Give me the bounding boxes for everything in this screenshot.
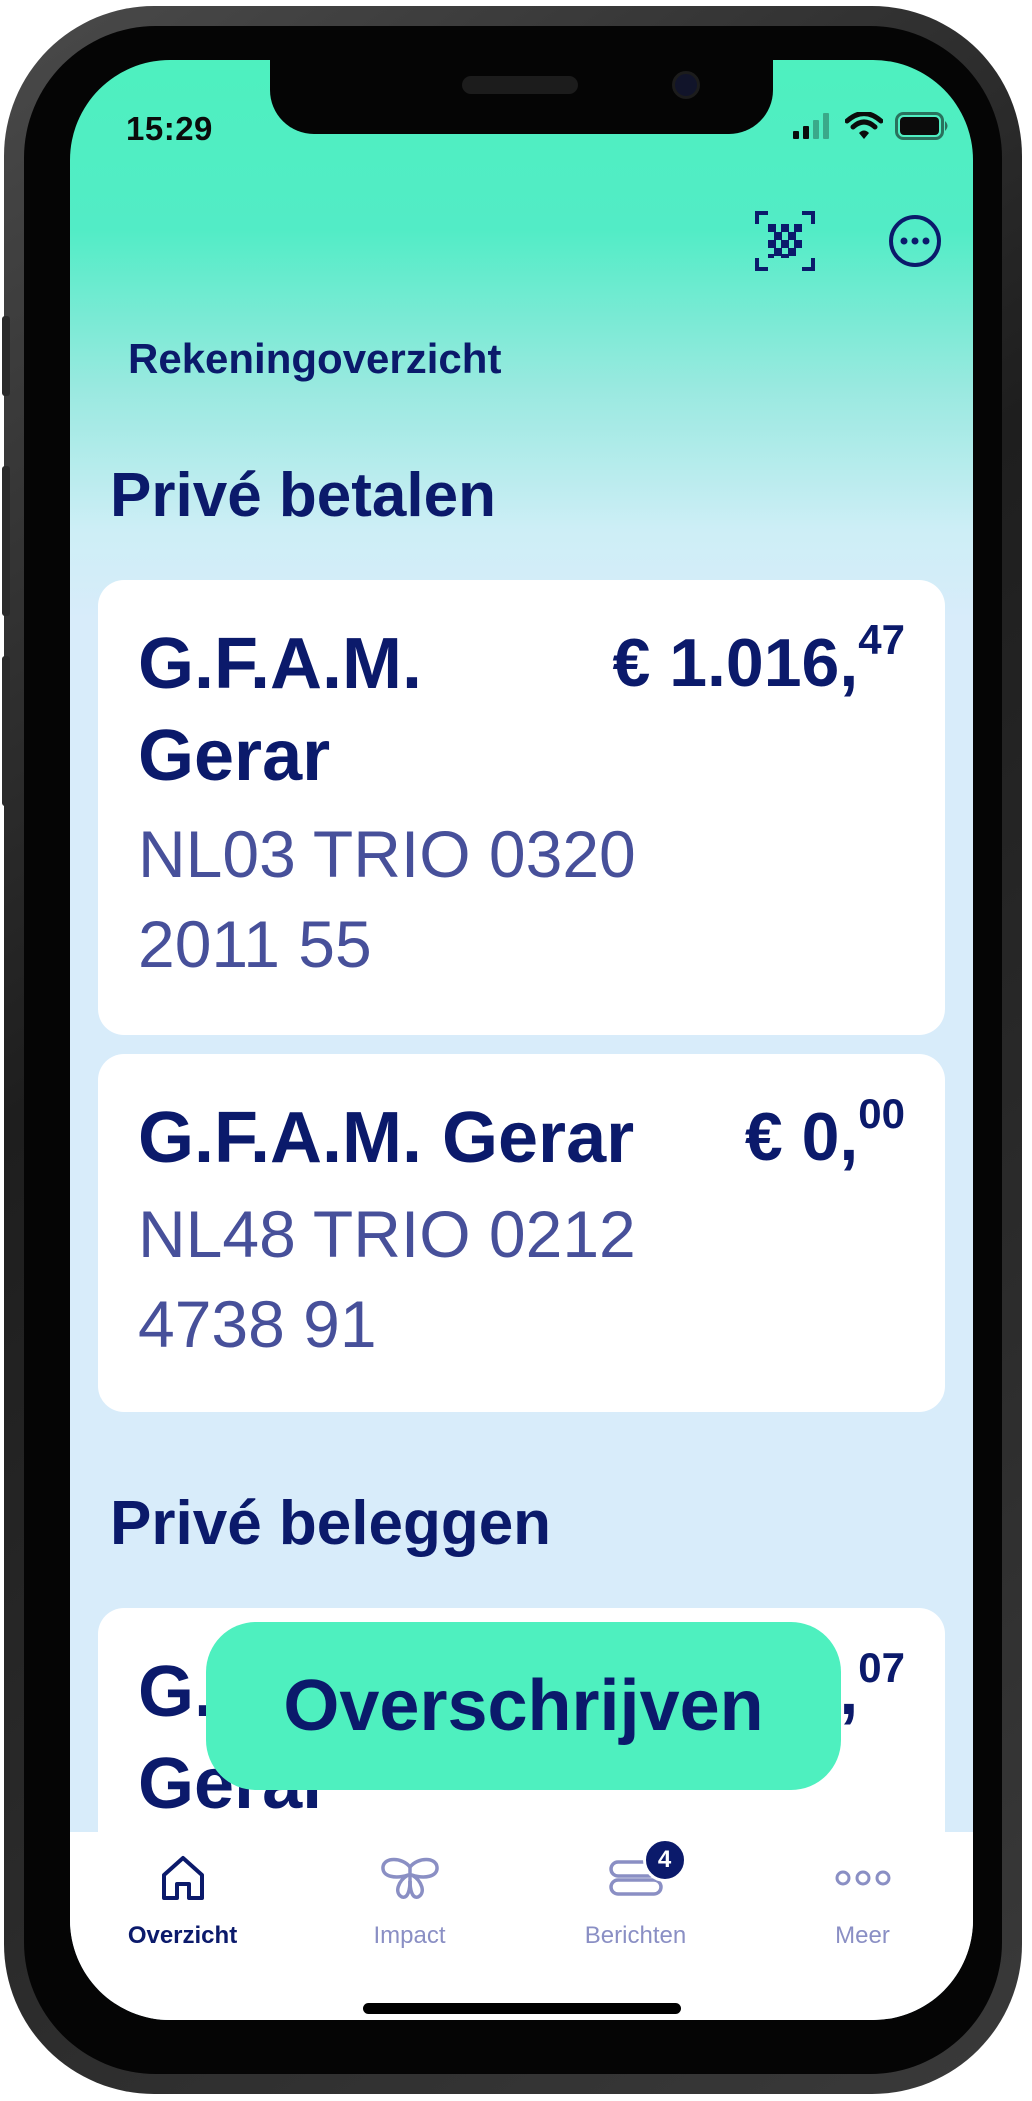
unread-badge: 4 bbox=[642, 1838, 687, 1882]
status-icons bbox=[793, 112, 951, 140]
app-screen: 15:29 Rekeningoverzicht Privé betalen G.… bbox=[70, 60, 973, 2020]
tab-bar: Overzicht Impact 4 Berichten Meer bbox=[70, 1832, 973, 2020]
home-icon bbox=[158, 1846, 208, 1910]
account-balance: ,07 bbox=[839, 1644, 905, 1730]
signal-icon bbox=[793, 113, 829, 139]
tab-berichten[interactable]: 4 Berichten bbox=[523, 1838, 748, 1966]
account-card-1[interactable]: G.F.A.M. Gerar € 1.016,47 NL03 TRIO 0320… bbox=[98, 580, 945, 1035]
more-icon bbox=[833, 1846, 893, 1910]
more-options-icon[interactable] bbox=[880, 206, 950, 276]
mute-switch bbox=[2, 316, 10, 396]
tab-impact[interactable]: Impact bbox=[297, 1846, 522, 1966]
section-title-prive-betalen: Privé betalen bbox=[110, 461, 496, 530]
account-name-line2: Gerar bbox=[138, 716, 331, 796]
butterfly-icon bbox=[380, 1846, 440, 1910]
account-name: G.F.A.M. Gerar bbox=[138, 1098, 635, 1178]
balance-main: € 0, bbox=[744, 1099, 859, 1175]
balance-cents: 00 bbox=[858, 1090, 905, 1137]
balance-main: € 1.016, bbox=[612, 625, 859, 701]
account-balance: € 0,00 bbox=[744, 1090, 905, 1176]
account-card-2[interactable]: G.F.A.M. Gerar € 0,00 NL48 TRIO 0212 473… bbox=[98, 1054, 945, 1412]
balance-cents: 07 bbox=[858, 1644, 905, 1691]
tab-label: Overzicht bbox=[127, 1922, 238, 1949]
balance-main: , bbox=[839, 1653, 859, 1729]
page-title: Rekeningoverzicht bbox=[128, 335, 502, 382]
account-iban-line2: 4738 91 bbox=[138, 1287, 377, 1361]
account-balance: € 1.016,47 bbox=[612, 616, 906, 702]
tab-label: Impact bbox=[373, 1922, 446, 1949]
account-iban: NL48 TRIO 0212 bbox=[138, 1197, 636, 1271]
account-name: G.F.A.M. bbox=[138, 624, 422, 704]
home-indicator bbox=[363, 2003, 681, 2014]
tab-meer[interactable]: Meer bbox=[750, 1846, 973, 1966]
account-iban: NL03 TRIO 0320 bbox=[138, 817, 636, 891]
messages-icon: 4 bbox=[607, 1838, 687, 1910]
speaker bbox=[462, 76, 578, 94]
battery-icon bbox=[895, 112, 948, 140]
section-title-prive-beleggen: Privé beleggen bbox=[110, 1489, 552, 1558]
tab-label: Berichten bbox=[584, 1922, 687, 1949]
status-time: 15:29 bbox=[126, 110, 213, 147]
transfer-button[interactable]: Overschrijven bbox=[206, 1622, 841, 1790]
volume-up-button bbox=[2, 466, 10, 616]
tab-overzicht[interactable]: Overzicht bbox=[70, 1846, 295, 1966]
qr-scan-icon[interactable] bbox=[750, 206, 820, 276]
account-iban-line2: 2011 55 bbox=[138, 907, 372, 981]
balance-cents: 47 bbox=[858, 616, 905, 663]
volume-down-button bbox=[2, 656, 10, 806]
tab-label: Meer bbox=[835, 1922, 890, 1949]
notch bbox=[270, 60, 773, 134]
front-camera bbox=[672, 71, 700, 99]
wifi-icon bbox=[845, 112, 883, 139]
account-name: G. bbox=[138, 1652, 215, 1732]
